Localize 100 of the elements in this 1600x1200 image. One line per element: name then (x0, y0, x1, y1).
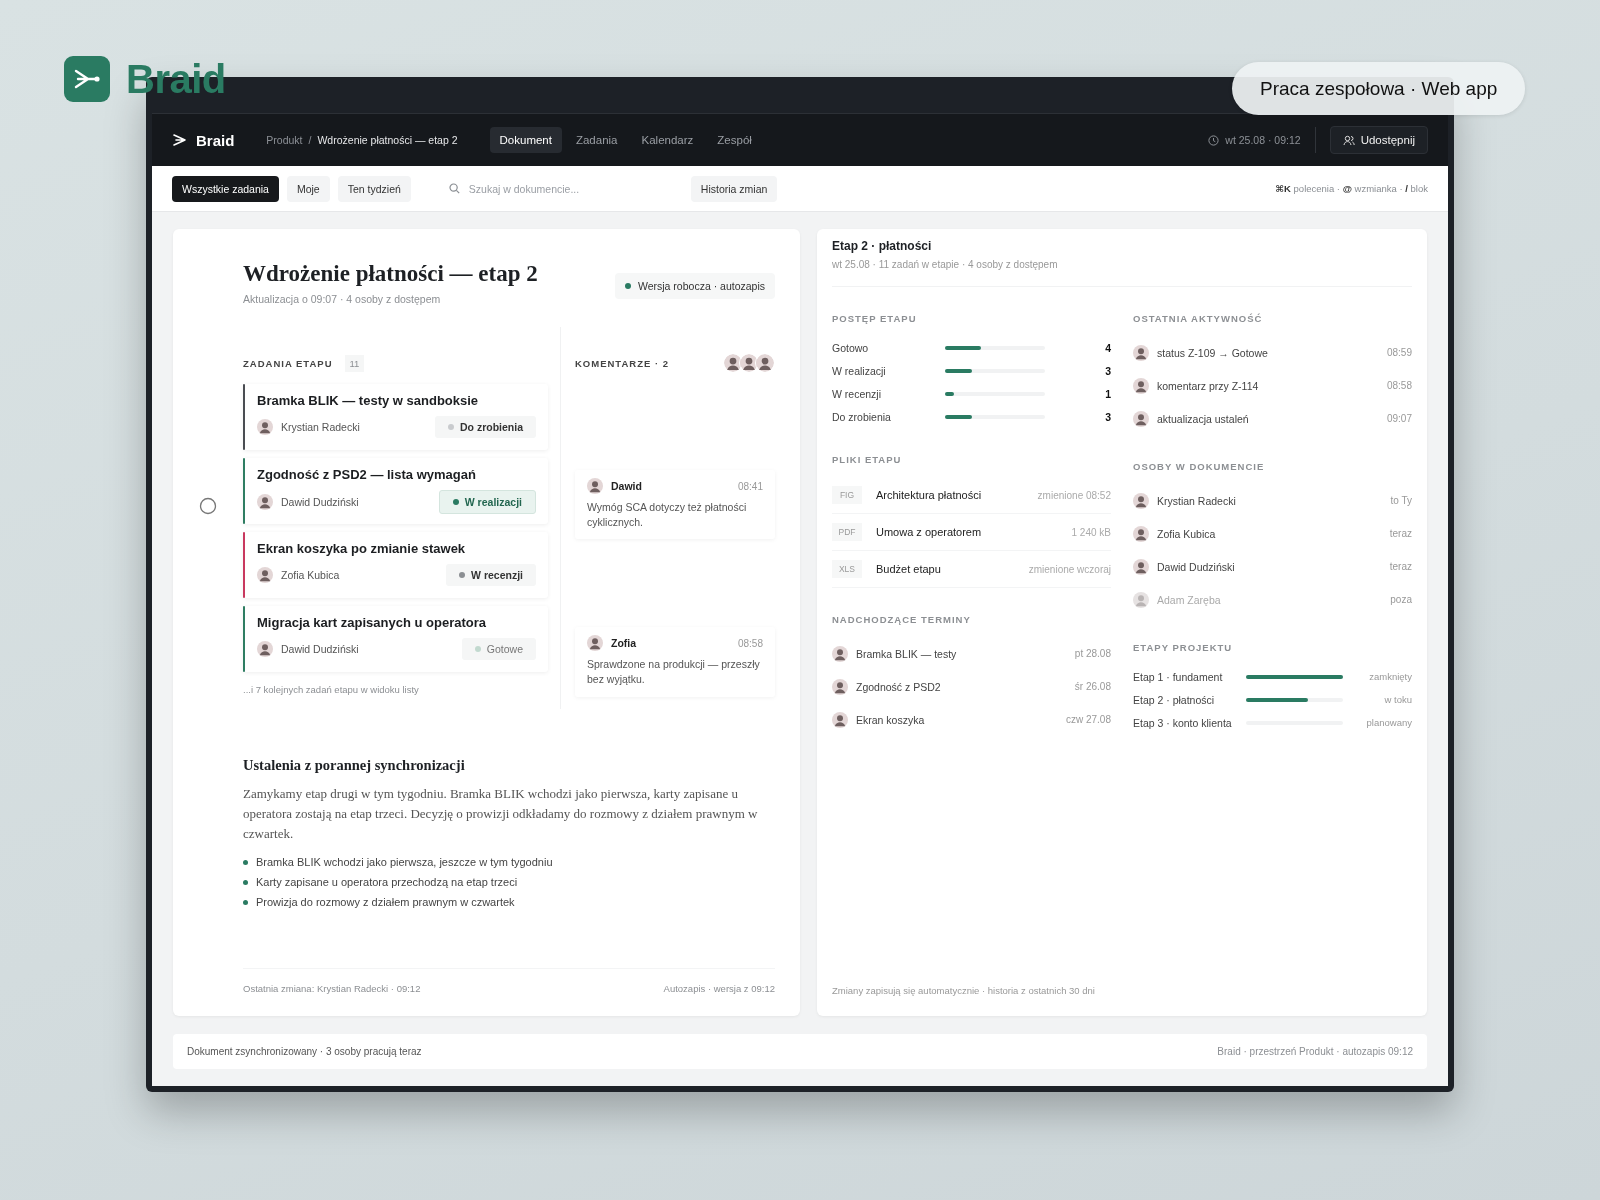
avatar-icon (257, 641, 273, 657)
file-meta: zmienione 08:52 (1037, 489, 1111, 501)
shortcut-hints: ⌘K polecenia · @ wzmianka · / blok (1275, 183, 1428, 194)
section-heading: NADCHODZĄCE TERMINY (832, 614, 972, 625)
section-heading: ETAPY PROJEKTU (1133, 642, 1234, 653)
stage-label: Etap 1 · fundament (1133, 670, 1224, 683)
section-heading: OSOBY W DOKUMENCIE (1133, 461, 1266, 472)
person-name: Adam Zaręba (1157, 593, 1221, 606)
notes-heading: Ustalenia z porannej synchronizacji (243, 757, 466, 774)
people-icon (1342, 134, 1355, 146)
file-name: Architektura płatności (876, 489, 982, 501)
bullet-text: Karty zapisane u operatora przechodzą na etap trzeci (256, 876, 518, 889)
filter-chip[interactable]: Ten tydzień (337, 175, 411, 202)
filter-chip[interactable]: Wszystkie zadania (172, 175, 279, 202)
avatar-icon (832, 711, 848, 728)
search-field[interactable]: Szukaj w dokumencie... (466, 181, 661, 196)
section-heading: ZADANIA ETAPU (243, 357, 333, 369)
history-button[interactable]: Historia zmian (690, 175, 778, 202)
share-button[interactable]: Udostępnij (1329, 126, 1428, 154)
bullet-icon (243, 879, 248, 885)
presence-label: poza (1390, 594, 1412, 605)
section-heading: PLIKI ETAPU (832, 454, 903, 465)
status-dot-icon (452, 499, 459, 505)
avatar-icon (1133, 525, 1149, 542)
task-card[interactable]: Ekran koszyka po zmianie stawek Zofia Kubica W recenzji (243, 532, 548, 598)
logo-icon (64, 56, 110, 102)
comment-author: Dawid (611, 480, 642, 492)
task-title: Ekran koszyka po zmianie stawek (257, 541, 467, 556)
status-pill[interactable]: Do zrobienia (435, 416, 536, 438)
panel-title: Etap 2 · płatności (832, 239, 933, 253)
bullet-icon (243, 899, 248, 905)
filter-chip[interactable]: Moje (286, 175, 330, 202)
assignee-name: Krystian Radecki (281, 421, 360, 433)
file-type-tag: FIG (832, 486, 862, 504)
avatar-icon (587, 478, 603, 494)
nav-tab[interactable]: Zadania (565, 127, 628, 153)
progress-count: 3 (1105, 410, 1111, 423)
status-pill[interactable]: Gotowe (461, 638, 536, 660)
deadline-date: śr 26.08 (1074, 681, 1111, 692)
sync-status: Dokument zsynchronizowany · 3 osoby pracują teraz (187, 1046, 422, 1057)
avatar-icon (1133, 410, 1149, 427)
breadcrumb-separator: / (308, 134, 312, 146)
task-card[interactable]: Bramka BLIK — testy w sandboksie Krystian Radecki Do zrobienia (243, 384, 548, 450)
task-title: Bramka BLIK — testy w sandboksie (257, 393, 480, 408)
file-name: Budżet etapu (876, 563, 941, 575)
draft-status: Wersja robocza · autozapis (614, 273, 775, 299)
nav-tab[interactable]: Zespół (707, 127, 762, 153)
comment-author: Zofia (611, 637, 637, 650)
bullet-icon (243, 859, 248, 865)
avatar-icon (257, 419, 273, 435)
activity-text: status Z-109 → Gotowe (1157, 346, 1268, 359)
avatar-icon (587, 635, 603, 652)
stage-state: zamknięty (1369, 671, 1412, 682)
file-type-tag: XLS (832, 560, 862, 578)
task-card[interactable]: Zgodność z PSD2 — lista wymagań Dawid Dudziński W realizacji (243, 458, 548, 524)
avatar-icon (1133, 492, 1149, 509)
file-row[interactable]: PDF Umowa z operatorem 1 240 kB (832, 514, 1111, 551)
avatar-icon (755, 353, 775, 373)
app-logo[interactable]: Braid (196, 131, 235, 149)
stage-state: w toku (1384, 694, 1412, 705)
deadline-date: czw 27.08 (1065, 714, 1111, 725)
arrow-icon (172, 133, 188, 147)
task-count: 11 (344, 354, 365, 372)
stage-label: Etap 3 · konto klienta (1133, 716, 1233, 729)
stage-label: Etap 2 · płatności (1133, 693, 1216, 706)
bullet-text: Bramka BLIK wchodzi jako pierwsza, jeszcze w tym tygodniu (256, 856, 553, 869)
task-card[interactable]: Migracja kart zapisanych u operatora Dawid Dudziński Gotowe (243, 606, 548, 672)
date-time: wt 25.08 · 09:12 (1225, 134, 1301, 146)
notes-paragraph: Zamykamy etap drugi w tym tygodniu. Bramka BLIK wchodzi jako pierwsza, karty zapisane u operatora zostają na etap trzeci. Decyzję o prowizji odkładamy do rozmowy z działem prawnym w czwartek. (243, 785, 759, 844)
progress-label: W realizacji (832, 364, 887, 377)
file-meta: zmienione wczoraj (1028, 563, 1111, 575)
avatar-icon (832, 678, 848, 695)
person-name: Zofia Kubica (1157, 527, 1216, 540)
breadcrumb-link[interactable]: Wdrożenie płatności — etap 2 (317, 134, 458, 146)
status-pill[interactable]: W realizacji (438, 490, 536, 514)
panel-footer-note: Zmiany zapisują się automatycznie · historia z ostatnich 30 dni (832, 985, 1096, 996)
assignee-name: Dawid Dudziński (281, 496, 359, 508)
deadline-task: Ekran koszyka (856, 713, 925, 726)
person-name: Dawid Dudziński (1157, 560, 1235, 573)
task-title: Migracja kart zapisanych u operatora (257, 615, 488, 630)
search-icon (448, 183, 460, 194)
file-row[interactable]: XLS Budżet etapu zmienione wczoraj (832, 551, 1111, 588)
progress-count: 4 (1105, 341, 1111, 354)
progress-label: Gotowo (832, 341, 870, 354)
nav-tab[interactable]: Dokument (489, 127, 562, 153)
file-row[interactable]: FIG Architektura płatności zmienione 08:52 (832, 477, 1111, 514)
circle-icon (199, 497, 217, 515)
avatar-icon (257, 567, 273, 583)
deadline-date: pt 28.08 (1074, 648, 1111, 659)
file-meta: 1 240 kB (1071, 526, 1111, 538)
activity-text: komentarz przy Z-114 (1157, 379, 1259, 392)
section-heading: POSTĘP ETAPU (832, 313, 918, 324)
last-change-note: Ostatnia zmiana: Krystian Radecki · 09:12 (243, 983, 421, 994)
breadcrumb-link[interactable]: Produkt (266, 134, 303, 146)
status-pill[interactable]: W recenzji (446, 564, 536, 586)
comment-time: 08:41 (737, 480, 763, 492)
status-dot-icon (474, 646, 481, 652)
nav-tab[interactable]: Kalendarz (631, 127, 704, 153)
section-heading: OSTATNIA AKTYWNOŚĆ (1133, 313, 1264, 324)
activity-time: 09:07 (1386, 413, 1412, 424)
